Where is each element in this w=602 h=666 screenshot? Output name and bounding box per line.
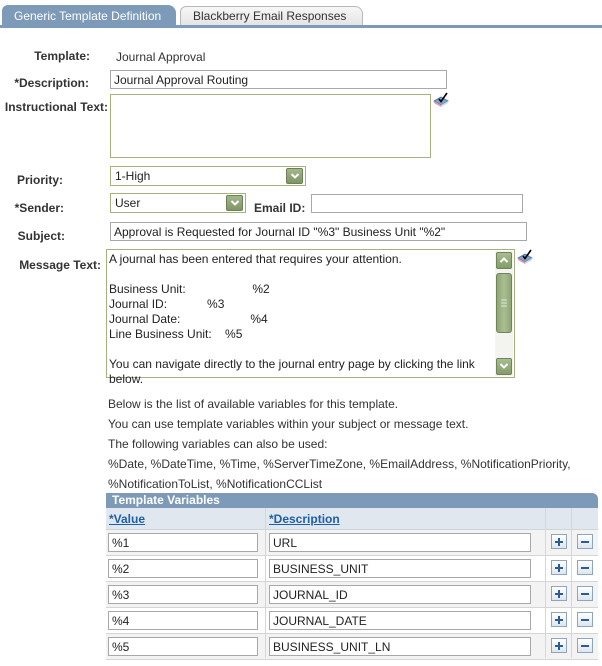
tab-generic-template-definition[interactable]: Generic Template Definition <box>2 5 176 27</box>
description-label: *Description: <box>14 76 89 90</box>
column-divider <box>545 508 546 658</box>
table-row <box>106 608 598 634</box>
message-text-label: Message Text: <box>19 258 101 272</box>
description-input[interactable] <box>110 70 447 89</box>
sender-selected-value: User <box>115 196 141 210</box>
sender-select[interactable]: User <box>110 193 246 213</box>
scrollbar-thumb[interactable] <box>496 273 512 333</box>
table-row <box>106 634 598 660</box>
plus-icon <box>555 590 563 598</box>
variable-description-input[interactable] <box>269 611 531 630</box>
delete-row-button[interactable] <box>577 612 593 627</box>
plus-icon <box>555 642 563 650</box>
message-scrollbar[interactable] <box>495 251 513 376</box>
grid-column-header: *Value *Description <box>106 508 598 530</box>
message-text-content: A journal has been entered that requires… <box>109 252 475 386</box>
instructional-text-area[interactable] <box>110 94 431 158</box>
info-line: %Date, %DateTime, %Time, %ServerTimeZone… <box>108 457 571 471</box>
minus-icon <box>581 619 589 621</box>
variable-description-input[interactable] <box>269 559 531 578</box>
add-row-button[interactable] <box>551 612 567 627</box>
table-row <box>106 530 598 556</box>
delete-row-button[interactable] <box>577 586 593 601</box>
variable-description-input[interactable] <box>269 533 531 552</box>
variable-value-input[interactable] <box>108 533 258 552</box>
delete-row-button[interactable] <box>577 534 593 549</box>
priority-label: Priority: <box>16 173 63 187</box>
spell-check-icon[interactable] <box>516 249 534 265</box>
email-id-label: Email ID: <box>254 201 306 215</box>
column-divider <box>265 508 266 658</box>
minus-icon <box>581 645 589 647</box>
add-row-button[interactable] <box>551 586 567 601</box>
add-row-button[interactable] <box>551 534 567 549</box>
delete-row-button[interactable] <box>577 560 593 575</box>
plus-icon <box>555 538 563 546</box>
message-text-area[interactable]: A journal has been entered that requires… <box>106 249 515 386</box>
chevron-up-icon[interactable] <box>496 252 512 269</box>
variable-value-input[interactable] <box>108 559 258 578</box>
chevron-down-icon[interactable] <box>286 168 303 184</box>
variable-value-input[interactable] <box>108 611 258 630</box>
template-variables-grid-title: Template Variables <box>106 493 598 508</box>
subject-label: Subject: <box>17 229 65 243</box>
delete-row-button[interactable] <box>577 638 593 653</box>
sender-label: *Sender: <box>14 201 64 215</box>
template-label: Template: <box>34 49 90 63</box>
template-value: Journal Approval <box>116 50 206 64</box>
column-divider <box>571 508 572 658</box>
table-row <box>106 556 598 582</box>
column-header-description[interactable]: *Description <box>269 512 340 526</box>
chevron-down-icon[interactable] <box>496 358 512 375</box>
minus-icon <box>581 567 589 569</box>
info-line: Below is the list of available variables… <box>108 397 399 411</box>
variable-value-input[interactable] <box>108 637 258 656</box>
minus-icon <box>581 593 589 595</box>
variable-description-input[interactable] <box>269 585 531 604</box>
info-line: You can use template variables within yo… <box>108 417 469 431</box>
email-id-input[interactable] <box>311 194 523 213</box>
plus-icon <box>555 616 563 624</box>
column-header-value[interactable]: *Value <box>109 512 145 526</box>
priority-select[interactable]: 1-High <box>110 166 306 186</box>
plus-icon <box>555 564 563 572</box>
priority-selected-value: 1-High <box>115 169 151 183</box>
spell-check-icon[interactable] <box>432 92 450 108</box>
add-row-button[interactable] <box>551 638 567 653</box>
add-row-button[interactable] <box>551 560 567 575</box>
variable-description-input[interactable] <box>269 637 531 656</box>
info-line: %NotificationToList, %NotificationCCList <box>108 477 323 491</box>
tab-bar-divider <box>0 25 602 28</box>
table-row <box>106 582 598 608</box>
tab-blackberry-email-responses[interactable]: Blackberry Email Responses <box>180 6 363 27</box>
minus-icon <box>581 541 589 543</box>
subject-input[interactable] <box>110 222 527 241</box>
variable-value-input[interactable] <box>108 585 258 604</box>
instructional-text-label: Instructional Text: <box>4 100 108 114</box>
info-line: The following variables can also be used… <box>108 437 328 451</box>
chevron-down-icon[interactable] <box>226 195 243 211</box>
